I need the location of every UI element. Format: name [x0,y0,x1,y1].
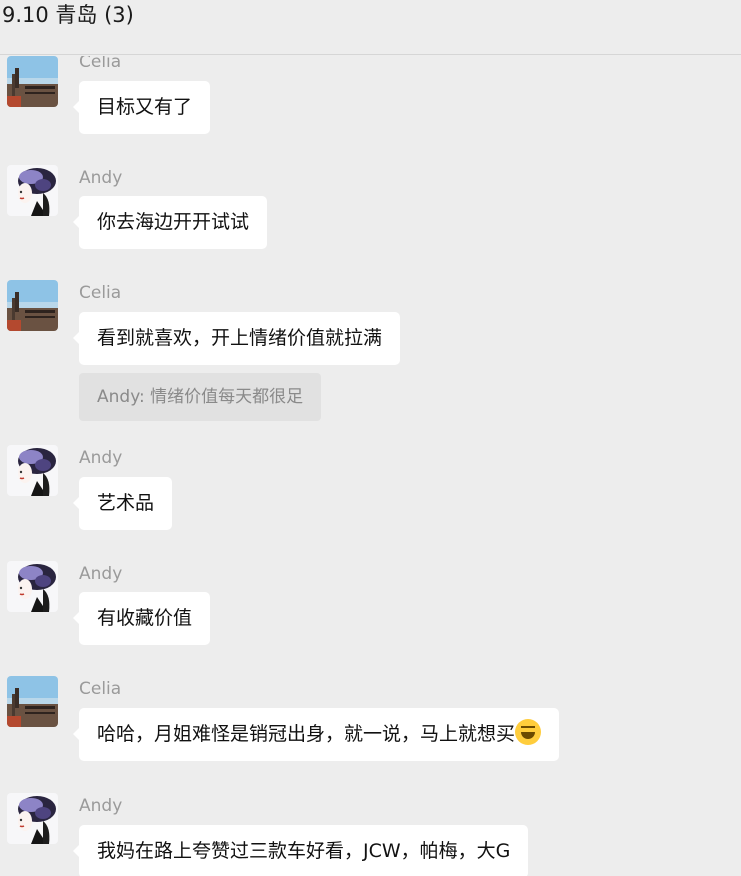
message-list[interactable]: Celia 目标又有了 Andy 你去海边开开试试 Celia 看到就喜欢，开上… [0,56,741,876]
andy-avatar[interactable] [7,793,58,844]
message-bubble[interactable]: 有收藏价值 [72,592,211,645]
message-bubble[interactable]: 你去海边开开试试 [72,196,268,249]
andy-avatar[interactable] [7,561,58,612]
andy-avatar[interactable] [7,165,58,216]
message-bubble[interactable]: 我妈在路上夸赞过三款车好看，JCW，帕梅，大G [72,825,529,876]
quoted-message[interactable]: Andy: 情绪价值每天都很足 [79,373,322,421]
celia-avatar[interactable] [7,280,58,331]
sender-name: Andy [79,168,123,188]
sender-name: Andy [79,796,123,816]
celia-avatar[interactable] [7,56,58,107]
message-text: 哈哈，月姐难怪是销冠出身，就一说，马上就想买 [97,723,516,745]
message-bubble[interactable]: 哈哈，月姐难怪是销冠出身，就一说，马上就想买 [72,708,560,761]
sender-name: Andy [79,448,123,468]
sender-name: Celia [79,283,122,303]
celia-avatar[interactable] [7,676,58,727]
message-bubble[interactable]: 目标又有了 [72,81,211,134]
message-bubble[interactable]: 艺术品 [72,477,173,530]
laughing-tears-emoji-icon [515,719,542,745]
message-bubble[interactable]: 看到就喜欢，开上情绪价值就拉满 [72,312,401,365]
andy-avatar[interactable] [7,445,58,496]
sender-name: Andy [79,564,123,584]
chat-title: 9.10 青岛 (3) [2,3,134,27]
sender-name: Celia [79,56,122,72]
chat-header: 9.10 青岛 (3) [0,0,741,55]
sender-name: Celia [79,679,122,699]
